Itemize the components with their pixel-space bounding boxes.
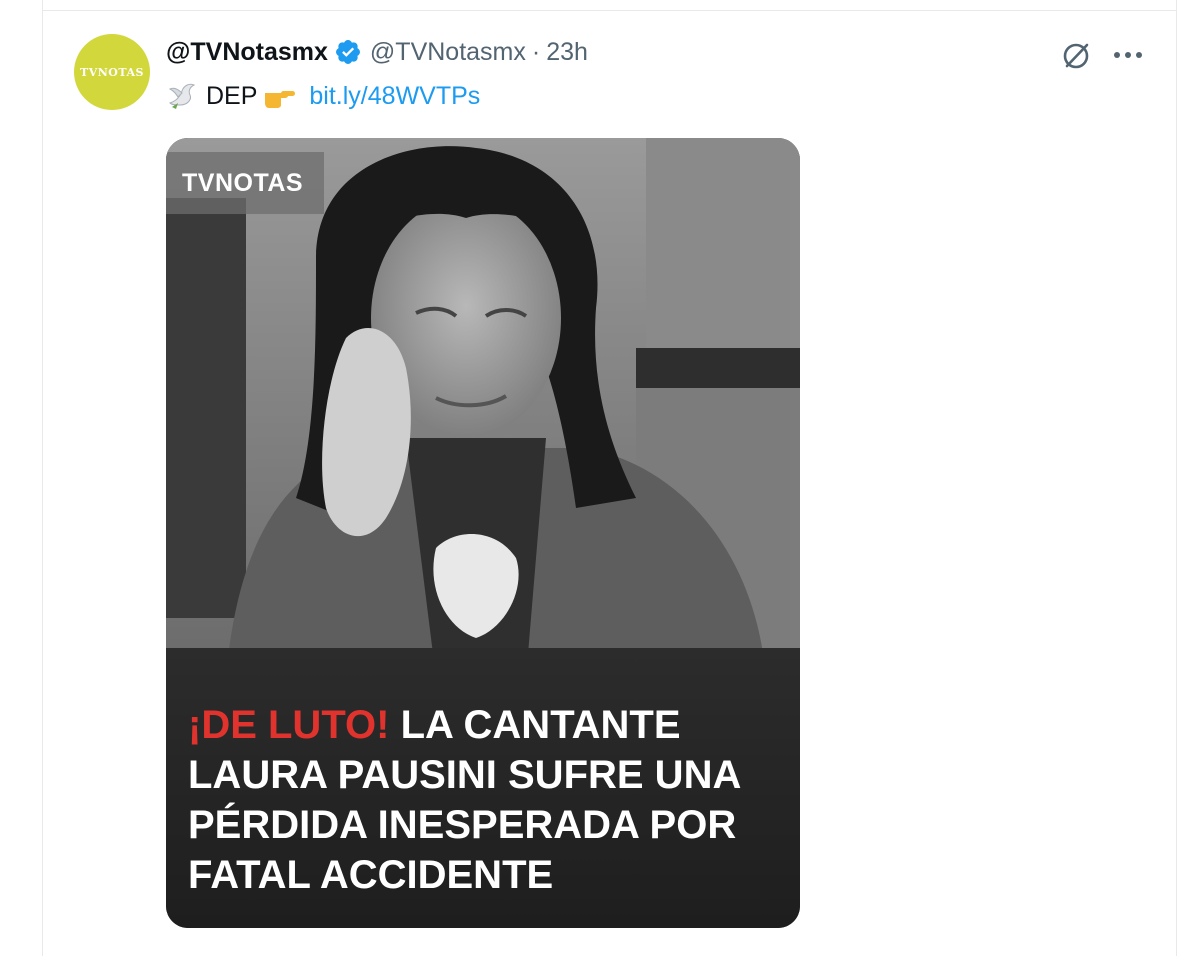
separator-dot: · xyxy=(531,37,541,66)
avatar[interactable]: TVNOTAS xyxy=(74,34,150,110)
display-name[interactable]: @TVNotasmx xyxy=(166,38,328,67)
media-brand-tag: TVNOTAS xyxy=(166,152,324,214)
dove-emoji-icon xyxy=(166,81,200,111)
timestamp[interactable]: 23h xyxy=(546,38,588,67)
tweet-link[interactable]: bit.ly/48WVTPs xyxy=(309,82,480,111)
verified-badge-icon[interactable] xyxy=(334,38,362,66)
tweet-text-prefix: DEP xyxy=(206,81,258,110)
tweet-text: DEP bit.ly/48WVTPs xyxy=(166,78,480,114)
tweet-header: @TVNotasmx @TVNotasmx · 23h xyxy=(166,34,588,70)
timeline-right-border xyxy=(1176,0,1177,956)
tweet-page: TVNOTAS @TVNotasmx @TVNotasmx · 23h DEP … xyxy=(0,0,1200,956)
timeline-left-border xyxy=(42,0,43,956)
photo-crying-woman xyxy=(166,138,800,678)
grok-icon[interactable] xyxy=(1058,38,1094,74)
handle[interactable]: @TVNotasmx xyxy=(370,38,526,67)
more-icon[interactable] xyxy=(1110,40,1146,70)
tweet-media-image[interactable]: TVNOTAS ¡DE LUTO! LA CANTANTE LAURA PAUS… xyxy=(166,138,800,928)
media-headline: ¡DE LUTO! LA CANTANTE LAURA PAUSINI SUFR… xyxy=(188,700,788,900)
tweet-divider xyxy=(42,10,1177,11)
avatar-logo-text: TVNOTAS xyxy=(80,65,144,79)
headline-highlight: ¡DE LUTO! xyxy=(188,703,390,747)
pointing-right-emoji-icon xyxy=(263,83,297,109)
